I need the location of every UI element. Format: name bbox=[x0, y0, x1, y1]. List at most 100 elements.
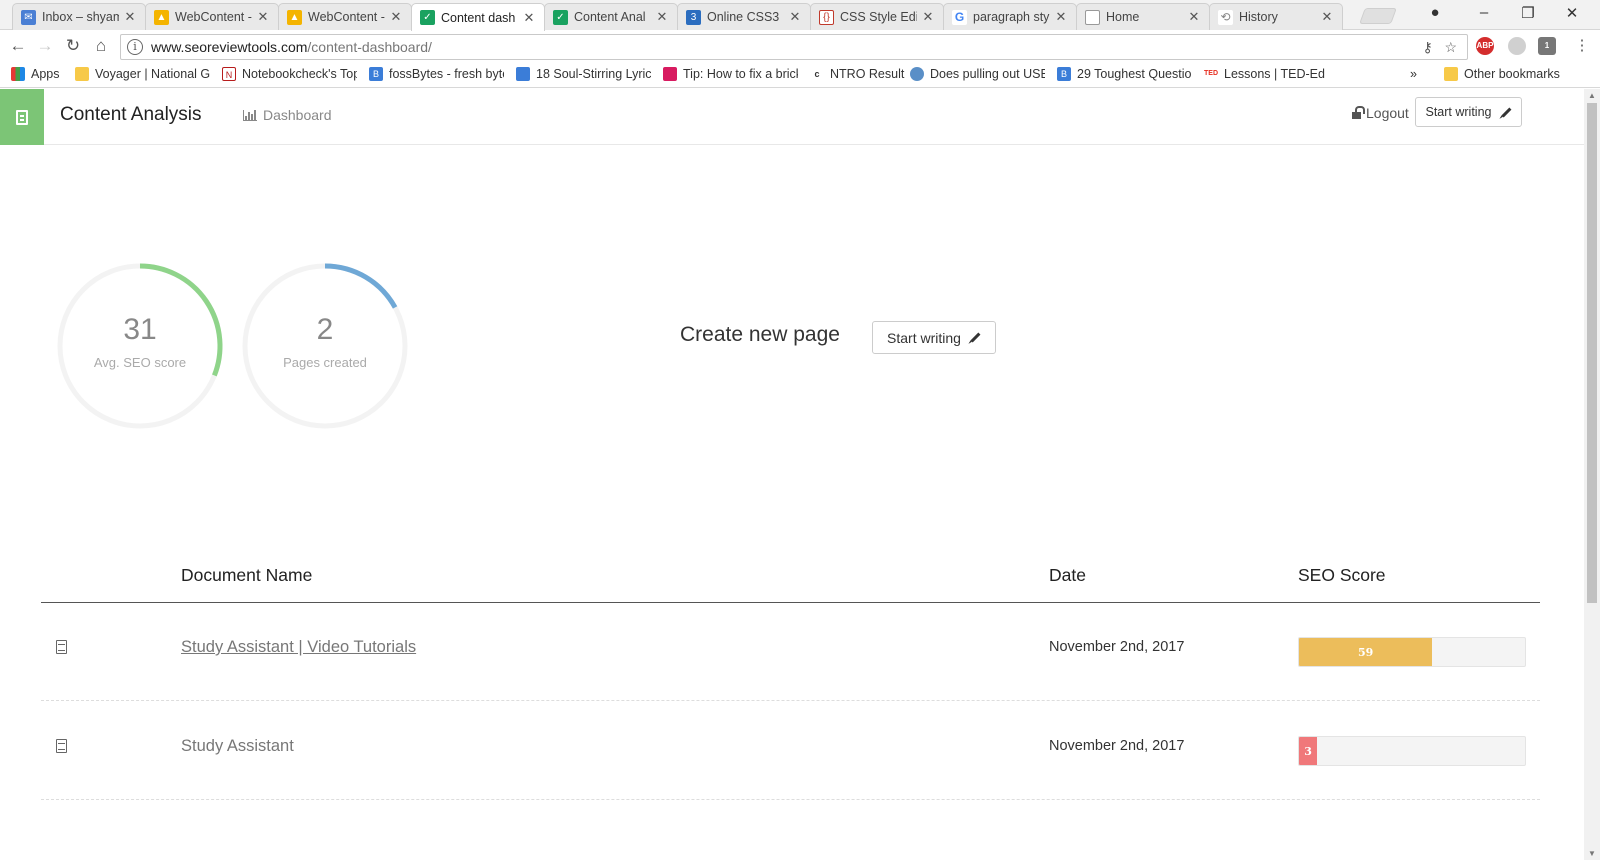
bookmark-label: NTRO Result bbox=[830, 67, 905, 81]
bookmark-label: 18 Soul-Stirring Lyrics bbox=[536, 67, 651, 81]
scroll-down-icon[interactable]: ▼ bbox=[1584, 849, 1600, 858]
extension-icon[interactable] bbox=[1508, 37, 1526, 55]
scroll-up-icon[interactable]: ▲ bbox=[1584, 91, 1600, 100]
page-icon bbox=[1085, 9, 1100, 25]
browser-tab[interactable]: G paragraph sty ✕ bbox=[943, 3, 1077, 30]
adblock-icon[interactable]: ABP bbox=[1476, 37, 1494, 55]
bookmarks-bar: Apps Voyager | National Ge N Notebookche… bbox=[0, 63, 1600, 88]
browser-tab-active[interactable]: ✓ Content dash ✕ bbox=[411, 3, 545, 31]
button-label: Start writing bbox=[1425, 105, 1492, 119]
column-header-document-name: Document Name bbox=[181, 565, 313, 585]
ted-icon: TED bbox=[1204, 67, 1218, 81]
folder-icon bbox=[75, 67, 89, 81]
nav-dashboard-link[interactable]: Dashboard bbox=[243, 107, 332, 123]
omnibox-actions: ⚷ ☆ bbox=[1423, 39, 1458, 56]
start-writing-button[interactable]: Start writing bbox=[872, 321, 996, 354]
tab-title: CSS Style Edit bbox=[840, 10, 917, 24]
other-bookmarks[interactable]: Other bookmarks bbox=[1444, 67, 1560, 81]
key-icon[interactable]: ⚷ bbox=[1423, 39, 1433, 55]
unlock-icon bbox=[1352, 105, 1365, 119]
close-icon[interactable]: ✕ bbox=[1320, 9, 1334, 25]
seo-score-fill: 3 bbox=[1299, 737, 1318, 765]
avg-seo-score-stat: 31 Avg. SEO score bbox=[55, 261, 225, 431]
app-logo[interactable] bbox=[0, 89, 44, 145]
button-label: Start writing bbox=[887, 329, 961, 346]
document-icon bbox=[16, 109, 28, 125]
address-bar[interactable]: i www.seoreviewtools.com/content-dashboa… bbox=[120, 34, 1468, 60]
window-close-icon[interactable]: ✕ bbox=[1562, 4, 1582, 22]
browser-tab[interactable]: ✓ Content Anal ✕ bbox=[544, 3, 678, 30]
checkmark-icon: ✓ bbox=[553, 9, 568, 25]
close-icon[interactable]: ✕ bbox=[123, 9, 137, 25]
reload-icon[interactable]: ↻ bbox=[63, 36, 83, 56]
bookmark-item[interactable]: Does pulling out USB bbox=[910, 67, 1045, 81]
browser-tab[interactable]: ✉ Inbox – shyam ✕ bbox=[12, 3, 146, 30]
document-name[interactable]: Study Assistant bbox=[181, 737, 294, 756]
forward-icon[interactable]: → bbox=[35, 36, 55, 56]
close-icon[interactable]: ✕ bbox=[788, 9, 802, 25]
bookmark-label: Voyager | National Ge bbox=[95, 67, 210, 81]
scrollbar-thumb[interactable] bbox=[1587, 103, 1597, 603]
bookmark-item[interactable]: TED Lessons | TED-Ed bbox=[1204, 67, 1339, 81]
bookmark-label: Other bookmarks bbox=[1464, 67, 1560, 81]
new-tab-button[interactable] bbox=[1359, 8, 1397, 24]
braces-icon: {} bbox=[819, 9, 834, 25]
extension-badge-icon[interactable]: 1 bbox=[1538, 37, 1556, 55]
tab-title: paragraph sty bbox=[973, 10, 1050, 24]
bookmark-item[interactable]: N Notebookcheck's Top bbox=[222, 67, 357, 81]
restore-icon[interactable]: ❐ bbox=[1518, 4, 1538, 22]
bookmark-apps[interactable]: Apps bbox=[11, 67, 60, 81]
table-header: Document Name Date SEO Score bbox=[41, 551, 1540, 603]
more-bookmarks-button[interactable]: » bbox=[1410, 67, 1417, 81]
tab-title: Inbox – shyam bbox=[42, 10, 119, 24]
blogger-icon: B bbox=[369, 67, 383, 81]
image-icon bbox=[663, 67, 677, 81]
close-icon[interactable]: ✕ bbox=[389, 9, 403, 25]
close-icon[interactable]: ✕ bbox=[1054, 9, 1068, 25]
bookmark-item[interactable]: Tip: How to fix a brick bbox=[663, 67, 798, 81]
tab-title: WebContent - bbox=[175, 10, 252, 24]
browser-tab[interactable]: ▲ WebContent - ✕ bbox=[278, 3, 412, 30]
star-icon[interactable]: ☆ bbox=[1444, 39, 1457, 55]
notebookcheck-icon: N bbox=[222, 67, 236, 81]
column-header-date: Date bbox=[1049, 565, 1086, 585]
browser-tab[interactable]: {} CSS Style Edit ✕ bbox=[810, 3, 944, 30]
info-icon[interactable]: i bbox=[127, 39, 143, 55]
document-name-link[interactable]: Study Assistant | Video Tutorials bbox=[181, 638, 416, 657]
profile-icon[interactable]: ● bbox=[1425, 4, 1445, 21]
browser-tab[interactable]: Home ✕ bbox=[1076, 3, 1210, 30]
nav-dashboard-label: Dashboard bbox=[263, 107, 332, 123]
browser-tab[interactable]: ⟲ History ✕ bbox=[1209, 3, 1343, 30]
close-icon[interactable]: ✕ bbox=[1187, 9, 1201, 25]
bookmark-item[interactable]: Voyager | National Ge bbox=[75, 67, 210, 81]
back-icon[interactable]: ← bbox=[8, 36, 28, 56]
menu-icon[interactable]: ⋮ bbox=[1572, 36, 1592, 56]
tab-title: Content dash bbox=[441, 10, 516, 25]
bar-chart-icon bbox=[243, 109, 257, 121]
header-start-writing-button[interactable]: Start writing bbox=[1415, 97, 1522, 127]
home-icon[interactable]: ⌂ bbox=[91, 36, 111, 56]
app-title[interactable]: Content Analysis bbox=[60, 104, 202, 126]
bookmark-item[interactable]: 18 Soul-Stirring Lyrics bbox=[516, 67, 651, 81]
seo-score-fill: 59 bbox=[1299, 638, 1433, 666]
bookmark-item[interactable]: B 29 Toughest Questio bbox=[1057, 67, 1192, 81]
css3-icon: 3 bbox=[686, 9, 701, 25]
bookmark-label: Apps bbox=[31, 67, 60, 81]
seo-score-bar: 59 bbox=[1298, 637, 1526, 667]
globe-icon bbox=[910, 67, 924, 81]
minimize-icon[interactable]: – bbox=[1474, 4, 1494, 21]
bookmark-item[interactable]: B fossBytes - fresh byte bbox=[369, 67, 504, 81]
table-row: Study Assistant November 2nd, 2017 3 bbox=[41, 701, 1540, 800]
stat-label: Pages created bbox=[283, 355, 367, 370]
logout-link[interactable]: Logout bbox=[1352, 105, 1409, 121]
close-icon[interactable]: ✕ bbox=[655, 9, 669, 25]
close-icon[interactable]: ✕ bbox=[522, 10, 536, 26]
bookmark-item[interactable]: c NTRO Result bbox=[810, 67, 905, 81]
browser-tab[interactable]: 3 Online CSS3 ✕ bbox=[677, 3, 811, 30]
page-scrollbar[interactable]: ▲ ▼ bbox=[1584, 89, 1600, 860]
browser-tab[interactable]: ▲ WebContent - ✕ bbox=[145, 3, 279, 30]
close-icon[interactable]: ✕ bbox=[256, 9, 270, 25]
pages-created-stat: 2 Pages created bbox=[240, 261, 410, 431]
close-icon[interactable]: ✕ bbox=[921, 9, 935, 25]
stat-value: 2 bbox=[316, 313, 334, 346]
